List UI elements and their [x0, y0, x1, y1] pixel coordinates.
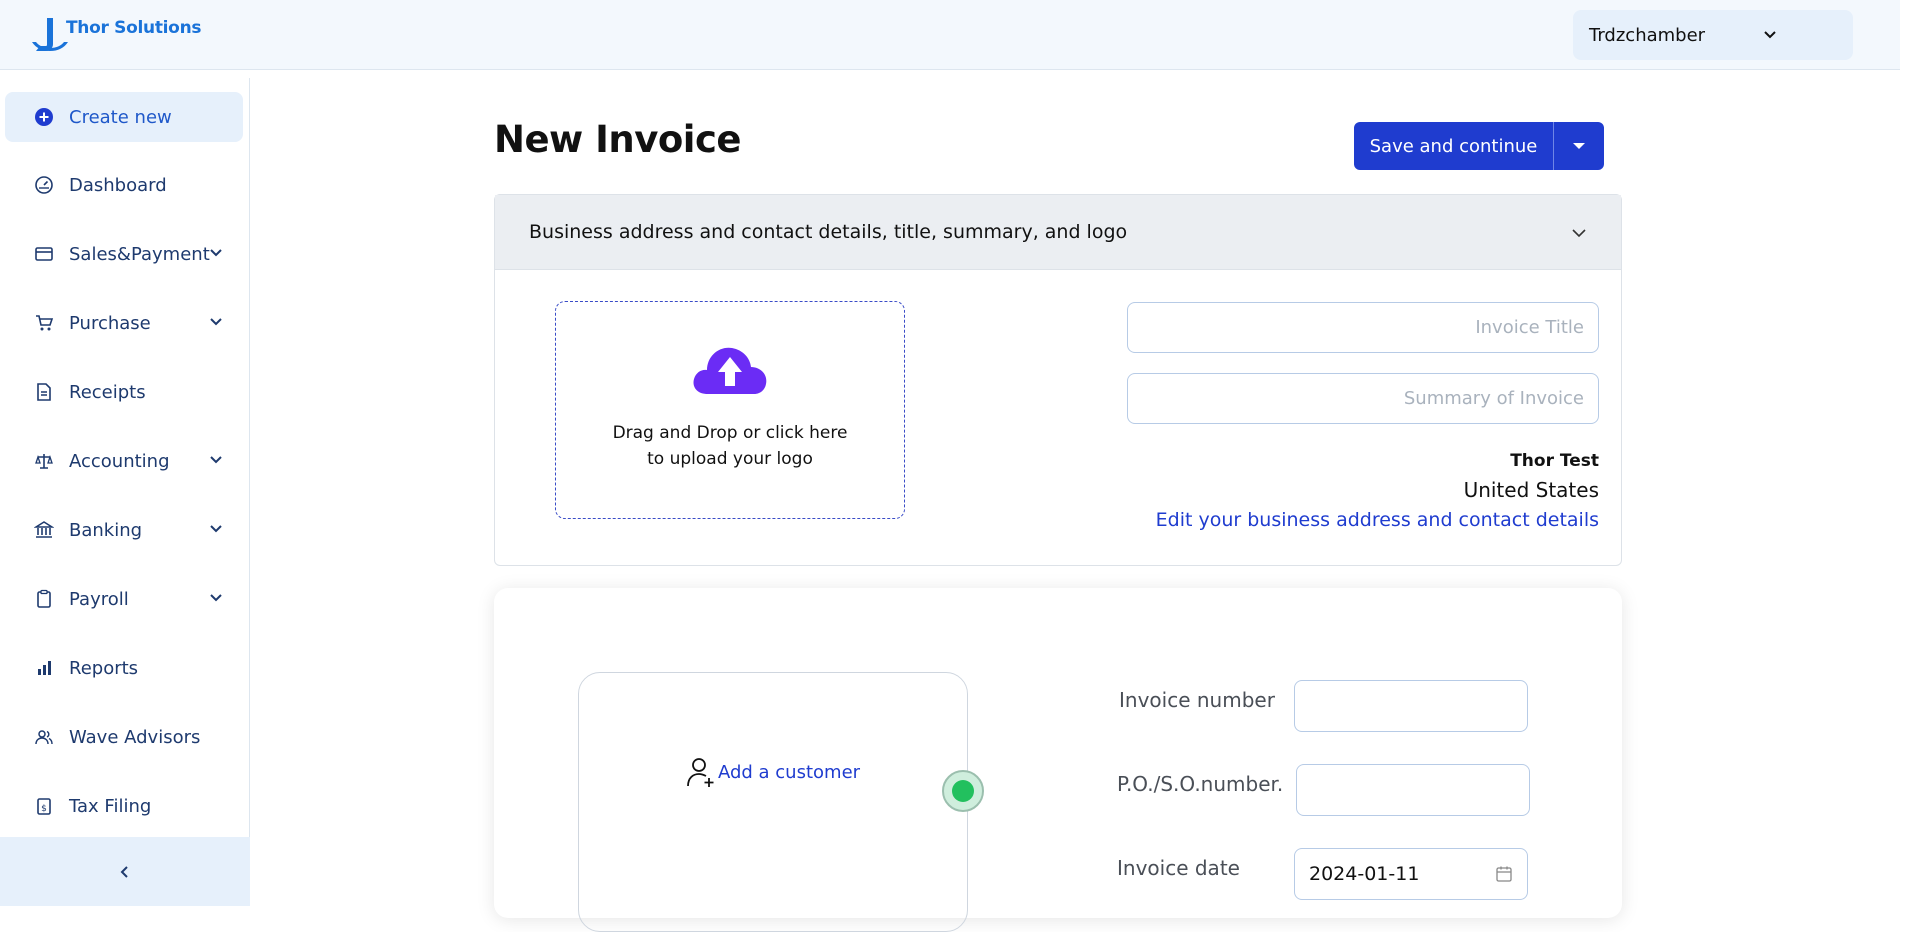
add-user-icon: [687, 758, 714, 787]
sidebar: Create new Dashboard Sales&Payment Purch…: [0, 78, 250, 906]
sidebar-item-create-new[interactable]: Create new: [5, 92, 243, 142]
invoice-date-value: 2024-01-11: [1309, 863, 1420, 885]
invoice-number-label: Invoice number: [1119, 688, 1275, 712]
chevron-down-icon: [210, 594, 222, 602]
sidebar-item-accounting[interactable]: Accounting: [5, 436, 243, 486]
collapse-sidebar-button[interactable]: [0, 837, 250, 906]
invoice-date-label: Invoice date: [1117, 856, 1240, 880]
business-country: United States: [1463, 478, 1599, 502]
brand-name: Thor Solutions: [66, 18, 202, 38]
tax-icon: $: [33, 795, 55, 817]
chevron-down-icon: [210, 318, 222, 326]
top-bar: Thor Solutions Trdzchamber: [0, 0, 1900, 70]
upload-instruction-line-2: to upload your logo: [647, 449, 813, 469]
brand-logo[interactable]: Thor Solutions: [30, 16, 201, 54]
cart-icon: [33, 312, 55, 334]
users-icon: [33, 726, 55, 748]
sidebar-item-label: Sales&Payment: [69, 243, 210, 265]
sidebar-item-payroll[interactable]: Payroll: [5, 574, 243, 624]
save-button-group: Save and continue: [1354, 122, 1604, 170]
scale-icon: [33, 450, 55, 472]
sidebar-item-label: Payroll: [69, 588, 129, 610]
sidebar-item-label: Purchase: [69, 312, 151, 334]
sidebar-item-dashboard[interactable]: Dashboard: [5, 160, 243, 210]
chevron-down-icon: [1572, 229, 1586, 238]
chevron-left-icon: [120, 865, 128, 878]
po-number-input[interactable]: [1296, 764, 1530, 816]
organization-name: Trdzchamber: [1589, 24, 1706, 46]
calendar-icon: [1496, 866, 1512, 882]
save-and-continue-button[interactable]: Save and continue: [1354, 122, 1554, 170]
invoice-date-picker[interactable]: 2024-01-11: [1294, 848, 1528, 900]
receipt-icon: [33, 381, 55, 403]
chevron-down-icon: [1764, 31, 1776, 39]
sidebar-item-label: Accounting: [69, 450, 170, 472]
sidebar-item-receipts[interactable]: Receipts: [5, 367, 243, 417]
organization-select[interactable]: Trdzchamber: [1573, 10, 1853, 60]
bank-icon: [33, 519, 55, 541]
chevron-down-icon: [210, 249, 222, 257]
chevron-down-icon: [210, 456, 222, 464]
anchor-logo-icon: [32, 18, 68, 51]
invoice-title-input[interactable]: [1127, 302, 1599, 353]
bar-chart-icon: [33, 657, 55, 679]
sidebar-item-purchase[interactable]: Purchase: [5, 298, 243, 348]
invoice-summary-input[interactable]: [1127, 373, 1599, 424]
business-details-panel: Business address and contact details, ti…: [494, 194, 1622, 566]
sidebar-item-banking[interactable]: Banking: [5, 505, 243, 555]
caret-down-icon: [1573, 143, 1585, 149]
add-customer-link[interactable]: Add a customer: [718, 762, 860, 783]
page-title: New Invoice: [494, 118, 741, 161]
business-details-header[interactable]: Business address and contact details, ti…: [495, 195, 1621, 270]
sidebar-item-label: Dashboard: [69, 174, 167, 196]
invoice-details-panel: Add a customer Invoice number P.O./S.O.n…: [494, 588, 1622, 932]
sidebar-item-label: Tax Filing: [69, 795, 152, 817]
business-name: Thor Test: [1510, 451, 1599, 471]
sidebar-item-wave-advisors[interactable]: Wave Advisors: [5, 712, 243, 762]
gauge-icon: [33, 174, 55, 196]
svg-text:$: $: [41, 804, 47, 814]
sidebar-item-label: Create new: [69, 106, 172, 128]
add-customer-box[interactable]: Add a customer: [578, 672, 968, 932]
status-dot: [952, 780, 974, 802]
sidebar-item-reports[interactable]: Reports: [5, 643, 243, 693]
po-number-label: P.O./S.O.number.: [1117, 772, 1284, 796]
logo-upload-dropzone[interactable]: Drag and Drop or click here to upload yo…: [555, 301, 905, 519]
sidebar-item-label: Banking: [69, 519, 143, 541]
sidebar-item-label: Reports: [69, 657, 139, 679]
save-options-dropdown[interactable]: [1554, 122, 1604, 170]
edit-business-details-link[interactable]: Edit your business address and contact d…: [1156, 509, 1599, 531]
plus-circle-icon: [33, 106, 55, 128]
sidebar-item-tax-filing[interactable]: $ Tax Filing: [5, 781, 243, 831]
sidebar-item-label: Wave Advisors: [69, 726, 201, 748]
sidebar-item-sales-payment[interactable]: Sales&Payment: [5, 229, 243, 279]
section-title: Business address and contact details, ti…: [529, 221, 1128, 243]
chevron-down-icon: [210, 525, 222, 533]
invoice-number-input[interactable]: [1294, 680, 1528, 732]
card-icon: [33, 243, 55, 265]
status-indicator: [942, 770, 984, 812]
clipboard-icon: [33, 588, 55, 610]
upload-instruction-line-1: Drag and Drop or click here: [612, 423, 848, 443]
cloud-upload-icon: [693, 347, 767, 394]
sidebar-item-label: Receipts: [69, 381, 146, 403]
